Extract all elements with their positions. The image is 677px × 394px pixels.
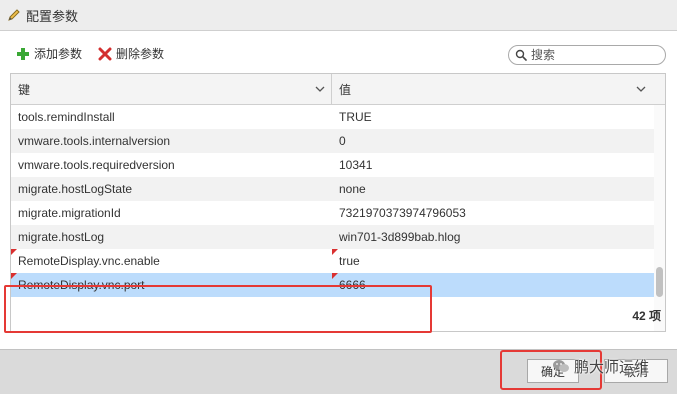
pencil-icon bbox=[8, 9, 20, 21]
scrollbar-thumb[interactable] bbox=[656, 267, 663, 297]
row-value[interactable]: win701-3d899bab.hlog bbox=[339, 225, 649, 249]
grid-header: 键 值 bbox=[11, 74, 665, 105]
dialog-title: 配置参数 bbox=[26, 8, 79, 24]
row-key: vmware.tools.requiredversion bbox=[18, 158, 175, 172]
add-parameter-button[interactable]: 添加参数 bbox=[16, 45, 82, 62]
row-value[interactable]: none bbox=[339, 177, 649, 201]
grid-rows: tools.remindInstall TRUE vmware.tools.in… bbox=[11, 105, 654, 297]
column-header-key-label: 键 bbox=[18, 82, 31, 97]
delete-parameter-label: 删除参数 bbox=[116, 47, 165, 61]
table-row-selected[interactable]: RemoteDisplay.vnc.port 6666 bbox=[11, 273, 654, 297]
table-row[interactable]: RemoteDisplay.vnc.enable true bbox=[11, 249, 654, 273]
add-parameter-label: 添加参数 bbox=[34, 47, 83, 61]
cancel-button[interactable]: 取消 bbox=[604, 359, 668, 383]
dialog-button-bar: 确定 取消 鹏大师运维 bbox=[0, 349, 677, 394]
column-header-value-label: 值 bbox=[339, 82, 352, 97]
row-value[interactable]: TRUE bbox=[339, 105, 649, 129]
table-row[interactable]: vmware.tools.internalversion 0 bbox=[11, 129, 654, 153]
table-row[interactable]: tools.remindInstall TRUE bbox=[11, 105, 654, 129]
ok-button[interactable]: 确定 bbox=[527, 359, 579, 383]
row-value[interactable]: 7321970373974796053 bbox=[339, 201, 649, 225]
vertical-scrollbar[interactable] bbox=[654, 105, 665, 331]
search-icon bbox=[515, 49, 527, 61]
chevron-down-icon[interactable] bbox=[315, 84, 325, 94]
modified-marker bbox=[11, 273, 17, 279]
row-key: migrate.migrationId bbox=[18, 206, 121, 220]
row-key: migrate.hostLogState bbox=[18, 182, 133, 196]
modified-marker bbox=[332, 273, 338, 279]
row-key: migrate.hostLog bbox=[18, 230, 105, 244]
table-row[interactable]: migrate.hostLog win701-3d899bab.hlog bbox=[11, 225, 654, 249]
delete-x-icon bbox=[98, 47, 112, 60]
dialog-titlebar: 配置参数 bbox=[0, 0, 677, 31]
chevron-down-icon[interactable] bbox=[636, 84, 646, 94]
row-key: RemoteDisplay.vnc.port bbox=[18, 278, 145, 292]
row-key: vmware.tools.internalversion bbox=[18, 134, 171, 148]
row-value[interactable]: true bbox=[339, 249, 649, 273]
table-row[interactable]: migrate.hostLogState none bbox=[11, 177, 654, 201]
ok-button-label: 确定 bbox=[540, 364, 565, 379]
search-box[interactable] bbox=[508, 45, 666, 65]
column-header-key[interactable]: 键 bbox=[11, 74, 332, 104]
table-row[interactable]: vmware.tools.requiredversion 10341 bbox=[11, 153, 654, 177]
modified-marker bbox=[332, 249, 338, 255]
table-row[interactable]: migrate.migrationId 7321970373974796053 bbox=[11, 201, 654, 225]
row-value[interactable]: 6666 bbox=[339, 273, 649, 297]
item-count: 42 项 bbox=[632, 309, 661, 323]
column-header-value[interactable]: 值 bbox=[332, 74, 652, 104]
row-value[interactable]: 10341 bbox=[339, 153, 649, 177]
row-key: RemoteDisplay.vnc.enable bbox=[18, 254, 160, 268]
delete-parameter-button[interactable]: 删除参数 bbox=[98, 45, 164, 62]
modified-marker bbox=[11, 249, 17, 255]
row-value[interactable]: 0 bbox=[339, 129, 649, 153]
row-key: tools.remindInstall bbox=[18, 110, 115, 124]
plus-icon bbox=[17, 47, 29, 60]
search-input[interactable] bbox=[531, 48, 651, 62]
parameters-grid: 键 值 tools.remindInstall TRUE vmware.tool… bbox=[10, 73, 666, 332]
cancel-button-label: 取消 bbox=[623, 364, 648, 379]
dialog-content: 添加参数 删除参数 键 值 bbox=[0, 31, 677, 349]
